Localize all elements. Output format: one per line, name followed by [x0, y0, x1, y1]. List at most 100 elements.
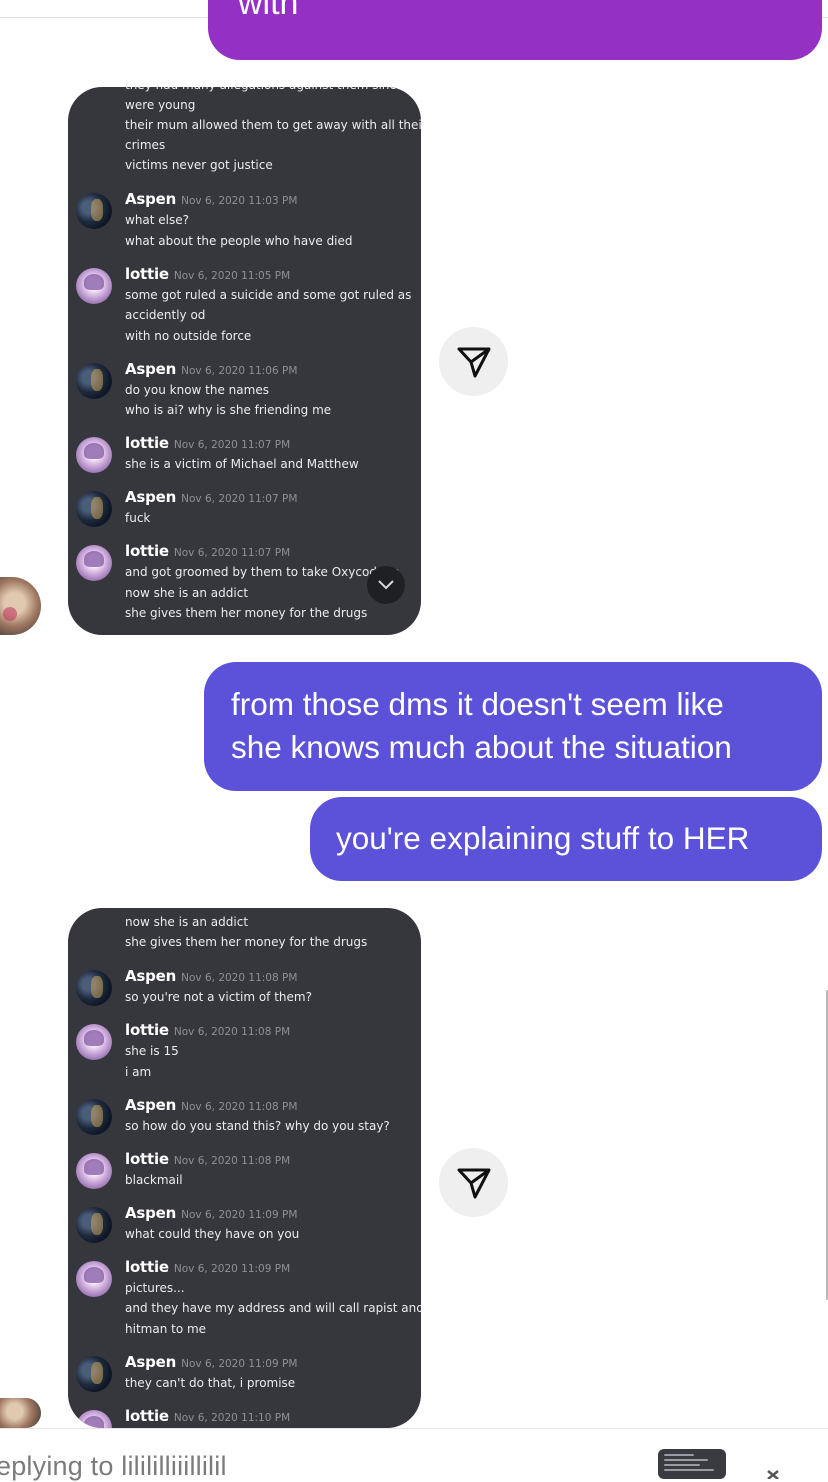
chat-line: now she is an addict [125, 585, 249, 600]
chat-line: she is a victim of Michael and Matthew [125, 457, 359, 471]
message-timestamp: Nov 6, 2020 11:08 PM [173, 1026, 291, 1038]
author-name: lottie [125, 1021, 169, 1039]
chat-line: they can't do that, i promise [125, 1375, 296, 1390]
message-text: you're explaining stuff to HER [336, 820, 750, 856]
chat-line: blackmail [125, 1172, 183, 1187]
user-avatar [76, 545, 112, 581]
user-avatar [76, 437, 112, 473]
replying-to-label: eplying to lilililliiillilil [0, 1451, 227, 1481]
outgoing-message-bubble[interactable]: you're explaining stuff to HER [310, 797, 822, 881]
author-name: lottie [125, 542, 169, 560]
message-header: Aspen Nov 6, 2020 11:08 PM [125, 1095, 297, 1114]
reply-bar: eplying to lilililliiillilil [0, 1428, 828, 1481]
chat-line: pictures... [125, 1280, 185, 1295]
message-timestamp: Nov 6, 2020 11:07 PM [173, 439, 291, 451]
message-header: lottie Nov 6, 2020 11:05 PM [125, 264, 290, 283]
message-header: Aspen Nov 6, 2020 11:09 PM [125, 1352, 297, 1371]
author-name: lottie [125, 1406, 169, 1425]
chat-line: and they have my address and will call r… [125, 1301, 421, 1315]
message-timestamp: Nov 6, 2020 11:09 PM [173, 1262, 291, 1275]
scroll-down-button [367, 566, 405, 604]
chat-line: fuck [125, 511, 151, 525]
user-avatar [76, 1260, 112, 1297]
chat-line: do you know the names [125, 382, 269, 397]
message-header: lottie Nov 6, 2020 11:07 PM [125, 433, 290, 452]
message-header: Aspen Nov 6, 2020 11:09 PM [125, 1203, 297, 1222]
message-timestamp: Nov 6, 2020 11:05 PM [173, 269, 291, 282]
author-name: lottie [125, 1149, 169, 1168]
reply-preview-thumbnail [658, 1449, 726, 1479]
author-name: Aspen [125, 359, 177, 378]
message-timestamp: Nov 6, 2020 11:08 PM [181, 1100, 298, 1113]
message-header: lottie Nov 6, 2020 11:10 PM [125, 1406, 290, 1425]
sender-avatar[interactable] [0, 577, 41, 635]
share-button[interactable] [439, 1148, 508, 1217]
chat-line: who is ai? why is she friending me [125, 403, 332, 417]
author-name: lottie [125, 1257, 169, 1276]
user-avatar [76, 193, 112, 229]
author-name: Aspen [125, 1352, 177, 1371]
author-name: Aspen [125, 1203, 177, 1222]
user-avatar [76, 362, 112, 399]
outgoing-message-bubble[interactable]: with [208, 0, 822, 60]
chat-line: what about the people who have died [125, 233, 353, 248]
user-avatar [76, 491, 112, 527]
author-name: Aspen [125, 190, 177, 208]
user-avatar [76, 1355, 112, 1392]
chat-line: so how do you stand this? why do you sta… [125, 1118, 390, 1133]
message-timestamp: Nov 6, 2020 11:08 PM [181, 972, 298, 984]
author-name: Aspen [125, 1095, 177, 1114]
chat-line: were young [125, 98, 196, 112]
author-name: Aspen [125, 967, 177, 985]
message-header: Aspen Nov 6, 2020 11:03 PM [125, 189, 297, 208]
message-timestamp: Nov 6, 2020 11:08 PM [173, 1154, 291, 1167]
author-name: Aspen [125, 488, 177, 506]
message-header: lottie Nov 6, 2020 11:08 PM [125, 1149, 290, 1168]
message-timestamp: Nov 6, 2020 11:03 PM [181, 195, 298, 207]
user-avatar [76, 1206, 112, 1243]
chat-line: with no outside force [125, 328, 252, 343]
shared-screenshot-image[interactable]: they had many allegations against them s… [68, 87, 421, 635]
share-button[interactable] [439, 327, 508, 396]
chat-line: i am [125, 1064, 152, 1079]
message-header: lottie Nov 6, 2020 11:09 PM [125, 1257, 290, 1276]
message-header: Aspen Nov 6, 2020 11:06 PM [125, 359, 297, 378]
chat-line: so you're not a victim of them? [125, 990, 312, 1004]
message-text: with [238, 0, 299, 22]
author-name: lottie [125, 434, 169, 452]
chat-line: their mum allowed them to get away with … [125, 118, 421, 132]
user-avatar [76, 1098, 112, 1135]
shared-screenshot-image[interactable]: now she is an addict she gives them her m… [68, 908, 421, 1428]
chat-line: what could they have on you [125, 1226, 300, 1241]
message-timestamp: Nov 6, 2020 11:06 PM [181, 364, 298, 377]
user-avatar [76, 267, 112, 304]
message-text-line: from those dms it doesn't seem like [231, 686, 724, 722]
chat-line: she gives them her money for the drugs [125, 606, 368, 620]
chat-line: she gives them her money for the drugs [125, 935, 368, 949]
message-header: lottie Nov 6, 2020 11:07 PM [125, 541, 290, 560]
sender-avatar[interactable] [0, 1398, 41, 1428]
user-avatar [76, 1152, 112, 1189]
chat-line: she is 15 [125, 1044, 179, 1058]
message-header: Aspen Nov 6, 2020 11:07 PM [125, 487, 297, 506]
user-avatar [76, 1024, 112, 1060]
chat-line: some got ruled a suicide and some got ru… [125, 287, 412, 302]
message-timestamp: Nov 6, 2020 11:09 PM [181, 1357, 298, 1370]
user-avatar [76, 1409, 112, 1428]
chat-line: hitman to me [125, 1321, 207, 1336]
message-text-line: she knows much about the situation [231, 729, 732, 765]
message-timestamp: Nov 6, 2020 11:07 PM [173, 547, 291, 559]
message-header: lottie Nov 6, 2020 11:08 PM [125, 1020, 290, 1039]
user-avatar [76, 970, 112, 1006]
paper-plane-icon [457, 1168, 490, 1198]
outgoing-message-bubble[interactable]: from those dms it doesn't seem like she … [204, 662, 822, 791]
message-timestamp: Nov 6, 2020 11:10 PM [173, 1411, 291, 1424]
chat-line: now she is an addict [125, 915, 249, 929]
chat-line: what else? [125, 213, 190, 227]
message-header: Aspen Nov 6, 2020 11:08 PM [125, 966, 297, 985]
chat-line: crimes [125, 138, 166, 152]
chat-line: accidently od [125, 308, 206, 322]
close-icon[interactable] [764, 1459, 804, 1479]
chat-line: and got groomed by them to take Oxycodon… [125, 565, 400, 579]
author-name: lottie [125, 264, 169, 283]
